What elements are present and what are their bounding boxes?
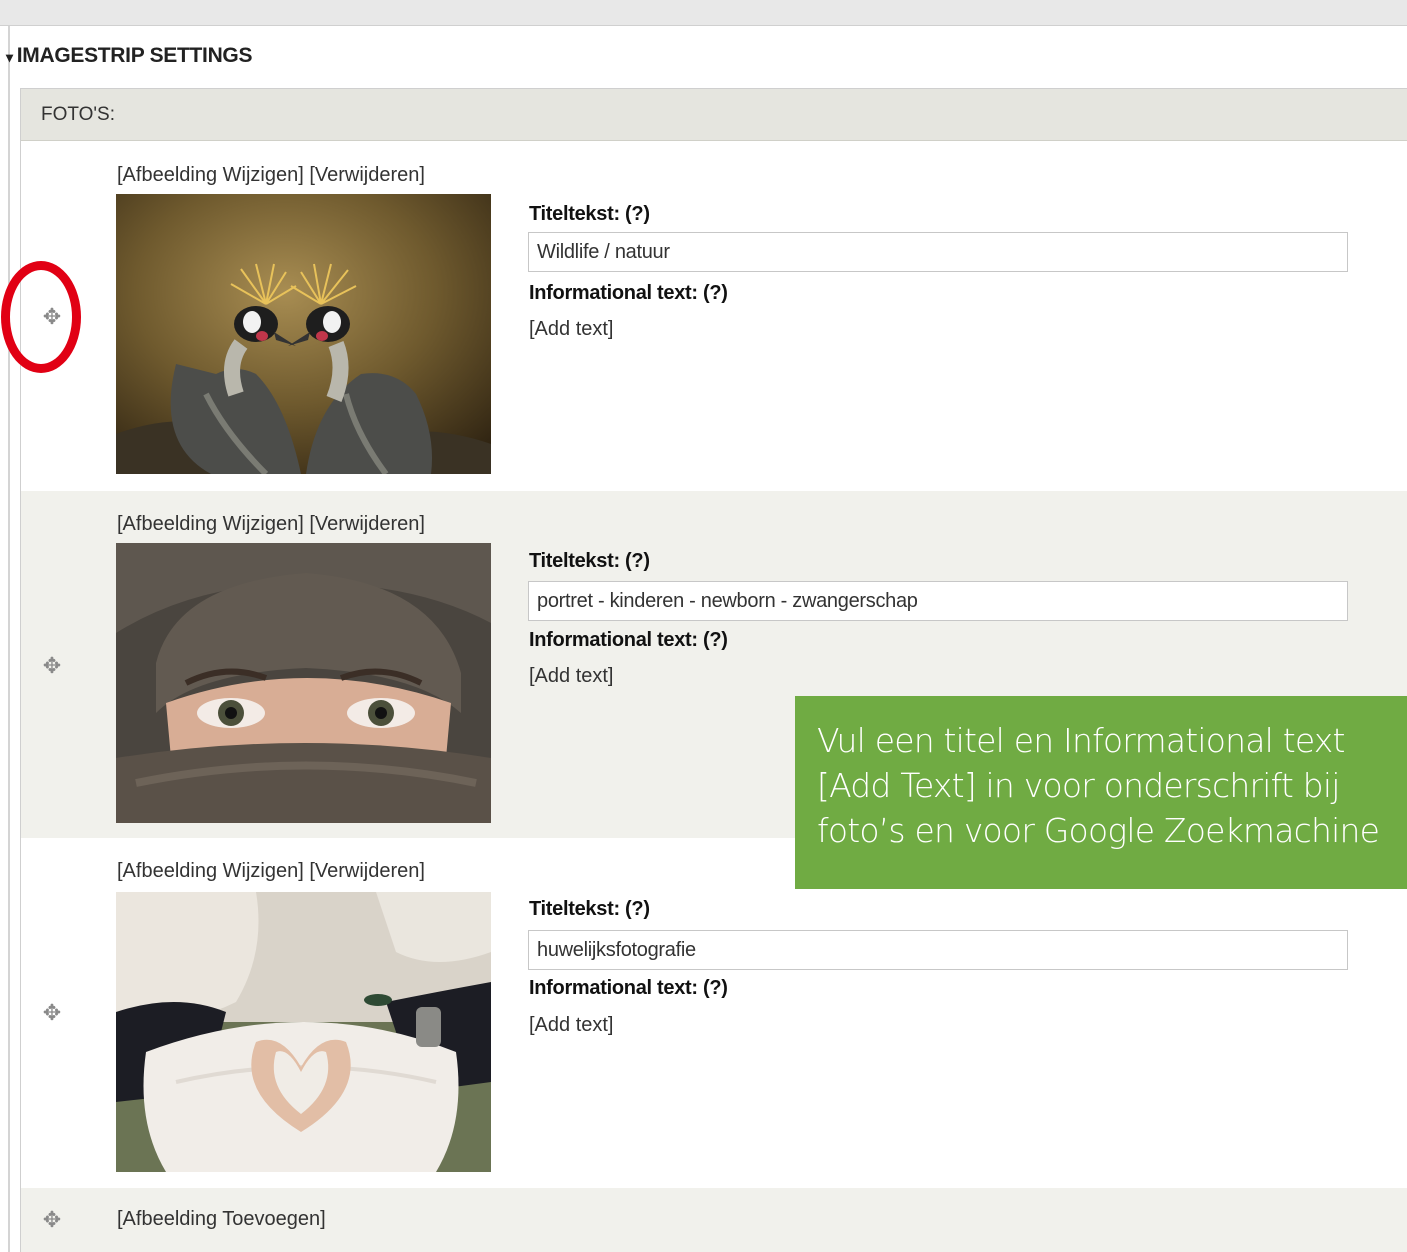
panel-header-label: FOTO'S: <box>41 104 116 125</box>
photo-row: ✥ [Afbeelding Wijzigen] [Verwijderen] Ti… <box>21 838 1407 1188</box>
section-title-text: IMAGESTRIP SETTINGS <box>16 44 253 67</box>
title-input[interactable] <box>528 581 1348 621</box>
section-title[interactable]: ▾ IMAGESTRIP SETTINGS <box>6 44 252 68</box>
move-handle-icon[interactable]: ✥ <box>40 1209 64 1231</box>
portrait-image <box>116 543 491 823</box>
photo-row: ✥ [Afbeelding Wijzigen] [Verwijderen] Ti… <box>21 142 1407 491</box>
photo-thumbnail-cranes <box>116 194 491 474</box>
info-label: Informational text: (?) <box>529 977 728 999</box>
highlight-circle-annotation <box>1 261 81 373</box>
title-input[interactable] <box>528 930 1348 970</box>
title-label: Titeltekst: (?) <box>529 550 650 572</box>
title-label: Titeltekst: (?) <box>529 203 650 225</box>
instruction-callout: Vul een titel en Informational text [Add… <box>795 696 1407 889</box>
add-text-link[interactable]: [Add text] <box>529 1014 614 1037</box>
wedding-image <box>116 892 491 1172</box>
info-label: Informational text: (?) <box>529 629 728 651</box>
image-actions[interactable]: [Afbeelding Wijzigen] [Verwijderen] <box>117 513 425 536</box>
photo-thumbnail-portrait <box>116 543 491 823</box>
image-actions[interactable]: [Afbeelding Wijzigen] [Verwijderen] <box>117 860 425 883</box>
add-image-row: ✥ [Afbeelding Toevoegen] <box>21 1188 1407 1252</box>
move-handle-icon[interactable]: ✥ <box>40 655 64 677</box>
add-text-link[interactable]: [Add text] <box>529 665 614 688</box>
info-label: Informational text: (?) <box>529 282 728 304</box>
panel-header: FOTO'S: <box>21 89 1407 141</box>
left-border <box>8 26 10 1252</box>
move-handle-icon[interactable]: ✥ <box>40 1002 64 1024</box>
add-text-link[interactable]: [Add text] <box>529 318 614 341</box>
title-label: Titeltekst: (?) <box>529 898 650 920</box>
image-actions[interactable]: [Afbeelding Wijzigen] [Verwijderen] <box>117 164 425 187</box>
title-input[interactable] <box>528 232 1348 272</box>
callout-line-2: [Add Text] in voor onderschrift bij <box>817 766 1340 805</box>
photo-thumbnail-wedding <box>116 892 491 1172</box>
collapse-arrow-icon[interactable]: ▾ <box>6 49 13 65</box>
cranes-image <box>116 194 491 474</box>
add-image-link[interactable]: [Afbeelding Toevoegen] <box>117 1208 326 1231</box>
callout-line-3: foto’s en voor Google Zoekmachine <box>817 811 1380 850</box>
top-bar <box>0 0 1407 26</box>
callout-line-1: Vul een titel en Informational text <box>817 721 1345 760</box>
